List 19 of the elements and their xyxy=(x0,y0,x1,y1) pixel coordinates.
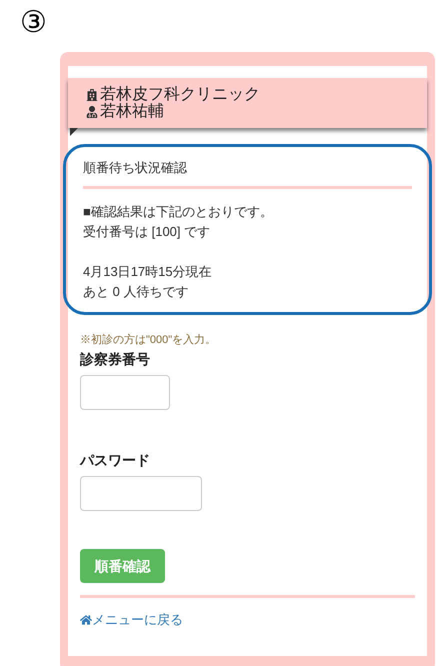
hint-text: ※初診の方は"000"を入力。 xyxy=(80,333,218,347)
doctor-icon xyxy=(86,106,98,118)
input-field[interactable] xyxy=(80,476,202,511)
status-title: 順番待ち状況確認 xyxy=(83,159,188,177)
status-text: 4月13日17時15分現在 xyxy=(83,263,213,281)
status-text: あと 0 人待ちです xyxy=(83,283,190,301)
field-label: パスワード xyxy=(80,451,151,470)
hospital-icon xyxy=(86,88,98,100)
step-number: ③ xyxy=(20,8,47,38)
doctor-name: 若林祐輔 xyxy=(100,103,164,120)
status-text: 受付番号は [100] です xyxy=(83,223,212,241)
back-link[interactable]: メニューに戻る xyxy=(80,610,415,630)
home-icon xyxy=(80,614,92,626)
status-text: ■確認結果は下記のとおりです。 xyxy=(83,203,274,221)
input-field[interactable] xyxy=(80,375,170,410)
clinic-name: 若林皮フ科クリニック xyxy=(100,86,260,103)
field-label: 診察券番号 xyxy=(80,350,151,369)
submit-button[interactable]: 順番確認 xyxy=(80,549,165,583)
fold-icon xyxy=(70,128,78,136)
